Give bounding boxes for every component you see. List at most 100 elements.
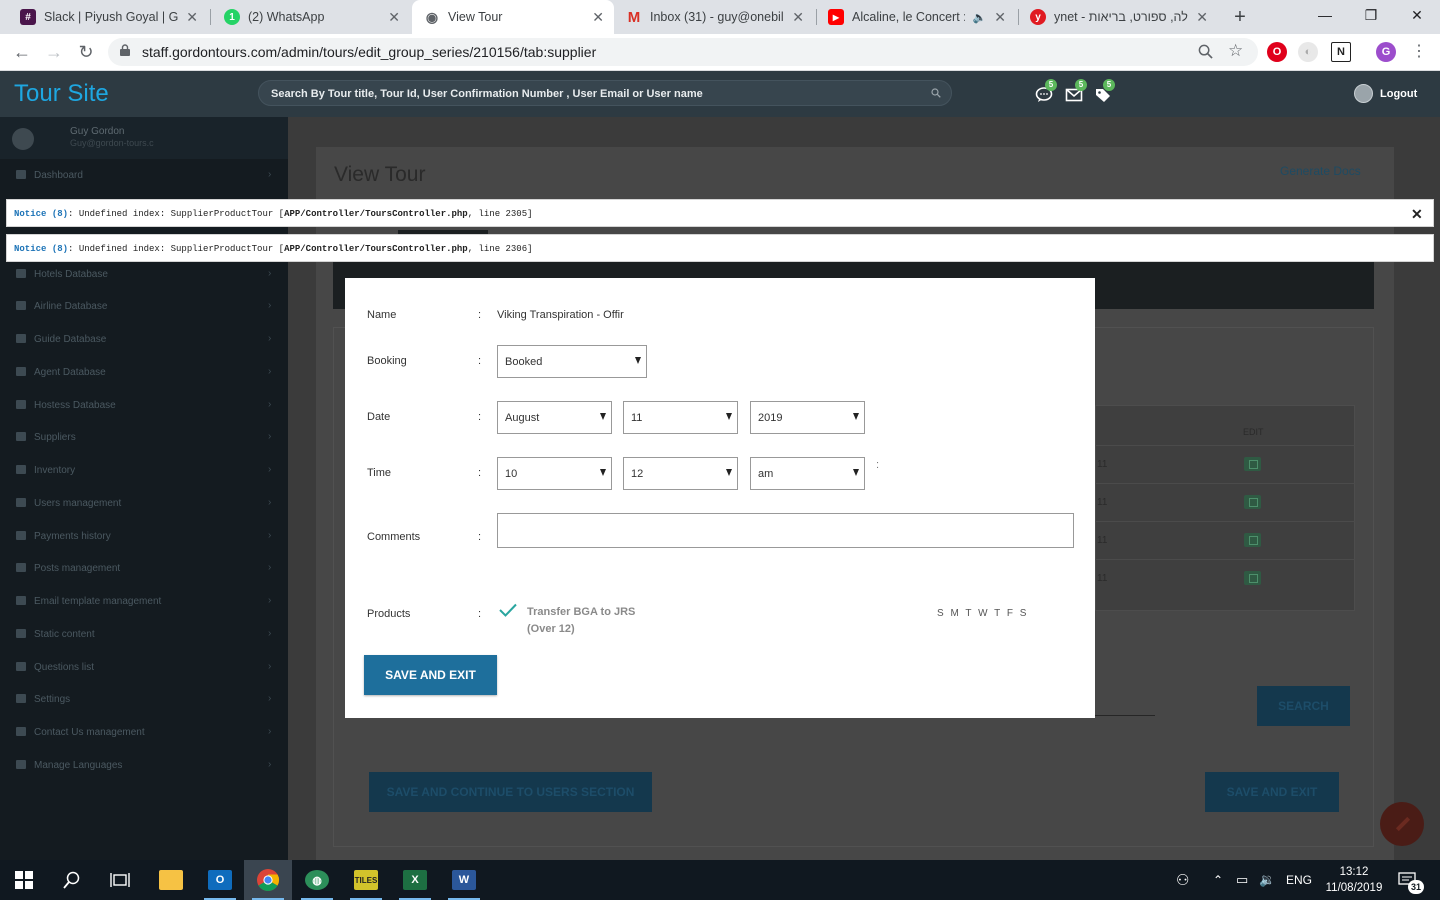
- network-app-icon[interactable]: ◍: [293, 860, 341, 900]
- browser-tab-gmail[interactable]: M Inbox (31) - guy@onebill.i ✕: [614, 0, 814, 34]
- booking-select[interactable]: Booked: [497, 345, 647, 378]
- opera-extension-icon[interactable]: O: [1267, 42, 1287, 62]
- close-icon[interactable]: ✕: [792, 9, 804, 26]
- minimize-icon[interactable]: —: [1302, 0, 1348, 30]
- sidebar-item-contact-us-management[interactable]: Contact Us management ›: [0, 716, 288, 748]
- sidebar-item-guide-database[interactable]: Guide Database ›: [0, 323, 288, 355]
- pencil-icon[interactable]: [1380, 802, 1424, 846]
- month-select[interactable]: August: [497, 401, 612, 434]
- sidebar-item-label: Suppliers: [34, 432, 76, 443]
- ampm-select[interactable]: am: [750, 457, 865, 490]
- search-button[interactable]: SEARCH: [1257, 686, 1350, 726]
- maximize-icon[interactable]: ❐: [1348, 0, 1394, 30]
- sidebar-item-settings[interactable]: Settings ›: [0, 683, 288, 715]
- back-icon[interactable]: ←: [10, 40, 34, 64]
- tiles-app-icon[interactable]: TILES: [342, 860, 390, 900]
- browser-tab-view-tour[interactable]: ◉ View Tour ✕: [412, 0, 614, 34]
- chevron-right-icon: ›: [268, 333, 272, 344]
- table-row: [1095, 483, 1355, 484]
- sidebar-item-posts-management[interactable]: Posts management ›: [0, 552, 288, 584]
- edit-icon[interactable]: [1244, 495, 1261, 509]
- comments-input[interactable]: [497, 513, 1074, 548]
- task-view-icon[interactable]: [96, 860, 144, 900]
- file-explorer-icon[interactable]: [147, 860, 195, 900]
- edit-icon[interactable]: [1244, 533, 1261, 547]
- edit-icon[interactable]: [1244, 571, 1261, 585]
- menu-icon[interactable]: ⋮: [1407, 40, 1431, 64]
- brand-logo[interactable]: Tour Site: [14, 80, 109, 108]
- browser-tab-whatsapp[interactable]: 1 (2) WhatsApp ✕: [212, 0, 410, 34]
- close-icon[interactable]: ✕: [994, 9, 1006, 26]
- sidebar-item-dashboard[interactable]: Dashboard ›: [0, 159, 288, 191]
- profile-avatar[interactable]: G: [1376, 42, 1396, 62]
- logout-button[interactable]: Logout: [1354, 84, 1417, 103]
- weekday-selector[interactable]: S M T W T F S: [937, 608, 1028, 619]
- search-icon[interactable]: [48, 860, 96, 900]
- sidebar-item-label: Airline Database: [34, 301, 108, 312]
- sidebar-item-hostess-database[interactable]: Hostess Database ›: [0, 389, 288, 421]
- word-icon[interactable]: W: [440, 860, 488, 900]
- reload-icon[interactable]: ↻: [74, 40, 98, 64]
- browser-tab-slack[interactable]: # Slack | Piyush Goyal | Gord ✕: [8, 0, 208, 34]
- sidebar-item-inventory[interactable]: Inventory ›: [0, 454, 288, 486]
- chrome-icon[interactable]: [244, 860, 292, 900]
- save-and-exit-button[interactable]: SAVE AND EXIT: [364, 655, 497, 695]
- sidebar-item-label: Users management: [34, 498, 122, 509]
- close-icon[interactable]: ✕: [1411, 206, 1423, 223]
- product-name: Transfer BGA to JRS (Over 12): [527, 604, 635, 638]
- close-icon[interactable]: ✕: [592, 9, 604, 26]
- close-icon[interactable]: ✕: [388, 9, 400, 26]
- edit-icon[interactable]: [1244, 457, 1261, 471]
- language-indicator[interactable]: ENG: [1286, 860, 1312, 900]
- sidebar-item-agent-database[interactable]: Agent Database ›: [0, 356, 288, 388]
- chevron-up-icon[interactable]: ⌃: [1213, 860, 1223, 900]
- sidebar-item-static-content[interactable]: Static content ›: [0, 618, 288, 650]
- speaker-icon[interactable]: 🔈: [973, 11, 987, 24]
- excel-icon[interactable]: X: [391, 860, 439, 900]
- volume-icon[interactable]: 🔉: [1259, 860, 1275, 900]
- colon: :: [478, 355, 482, 367]
- year-select[interactable]: 2019: [750, 401, 865, 434]
- browser-toolbar: ← → ↻ staff.gordontours.com/admin/tours/…: [0, 34, 1440, 71]
- sidebar-item-hotels-database[interactable]: Hotels Database ›: [0, 258, 288, 290]
- generate-docs-link[interactable]: Generate Docs: [1280, 164, 1361, 178]
- close-icon[interactable]: ✕: [186, 9, 198, 26]
- notice-label[interactable]: Notice: [14, 244, 46, 254]
- checkmark-icon[interactable]: [499, 603, 517, 617]
- colon: :: [876, 459, 880, 471]
- save-and-continue-button[interactable]: SAVE AND CONTINUE TO USERS SECTION: [369, 772, 652, 812]
- save-and-exit-button[interactable]: SAVE AND EXIT: [1205, 772, 1339, 812]
- window-close-icon[interactable]: ✕: [1394, 0, 1440, 30]
- system-clock[interactable]: 13:12 11/08/2019: [1318, 864, 1390, 896]
- address-bar[interactable]: staff.gordontours.com/admin/tours/edit_g…: [108, 38, 1258, 66]
- search-input[interactable]: [271, 85, 911, 103]
- network-icon[interactable]: ▭: [1236, 860, 1248, 900]
- new-tab-icon[interactable]: +: [1228, 5, 1252, 29]
- people-icon[interactable]: ⚇: [1176, 860, 1189, 900]
- browser-tab-ynet[interactable]: y ynet - כלה, ספורט, בריאות ✕: [1018, 0, 1218, 34]
- sidebar-item-airline-database[interactable]: Airline Database ›: [0, 290, 288, 322]
- windows-start-icon[interactable]: [0, 860, 48, 900]
- forward-icon[interactable]: →: [42, 40, 66, 64]
- search-icon[interactable]: [931, 88, 941, 98]
- sidebar-item-suppliers[interactable]: Suppliers ›: [0, 421, 288, 453]
- close-icon[interactable]: ✕: [1196, 9, 1208, 26]
- tab-title: Alcaline, le Concert : l: [852, 10, 965, 24]
- hour-select[interactable]: 10: [497, 457, 612, 490]
- browser-tab-youtube[interactable]: ▶ Alcaline, le Concert : l 🔈 ✕: [816, 0, 1016, 34]
- bookmark-star-icon[interactable]: ☆: [1228, 41, 1243, 61]
- notifications-icon[interactable]: 31: [1398, 860, 1424, 900]
- extension-icon[interactable]: ◐: [1298, 42, 1318, 62]
- notice-label[interactable]: Notice: [14, 209, 46, 219]
- user-avatar: [12, 128, 34, 150]
- sidebar-item-email-template-management[interactable]: Email template management ›: [0, 585, 288, 617]
- sidebar-item-manage-languages[interactable]: Manage Languages ›: [0, 749, 288, 781]
- sidebar-item-users-management[interactable]: Users management ›: [0, 487, 288, 519]
- notion-icon[interactable]: N: [1331, 42, 1351, 62]
- day-select[interactable]: 11: [623, 401, 738, 434]
- zoom-icon[interactable]: [1198, 44, 1213, 59]
- sidebar-item-payments-history[interactable]: Payments history ›: [0, 520, 288, 552]
- sidebar-item-questions-list[interactable]: Questions list ›: [0, 651, 288, 683]
- minute-select[interactable]: 12: [623, 457, 738, 490]
- outlook-icon[interactable]: O: [196, 860, 244, 900]
